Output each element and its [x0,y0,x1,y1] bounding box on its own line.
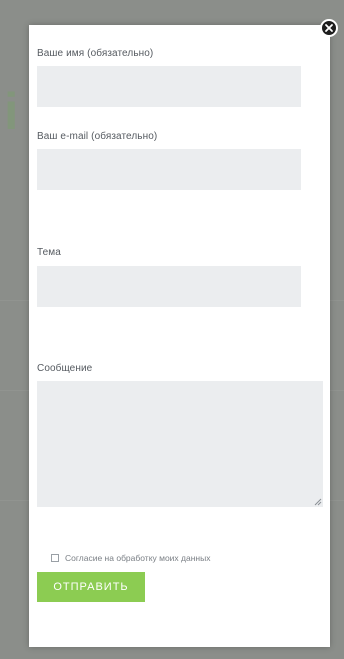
subject-label: Тема [37,247,61,258]
contact-form-modal: Ваше имя (обязательно) Ваш e-mail (обяза… [29,19,338,647]
backdrop-decor-letter: i [4,83,19,141]
email-field[interactable] [37,149,301,190]
subject-field[interactable] [37,266,301,307]
submit-button[interactable]: ОТПРАВИТЬ [37,572,145,602]
consent-checkbox[interactable] [51,554,59,562]
message-textarea[interactable] [37,381,323,507]
resize-grip-icon[interactable] [313,497,322,506]
name-label: Ваше имя (обязательно) [37,48,154,59]
close-button[interactable] [320,19,338,37]
name-field[interactable] [37,66,301,107]
email-label: Ваш e-mail (обязательно) [37,131,158,142]
message-label: Сообщение [37,363,93,374]
close-icon [325,24,333,32]
consent-row[interactable]: Согласие на обработку моих данных [51,553,210,563]
consent-label: Согласие на обработку моих данных [65,553,211,563]
